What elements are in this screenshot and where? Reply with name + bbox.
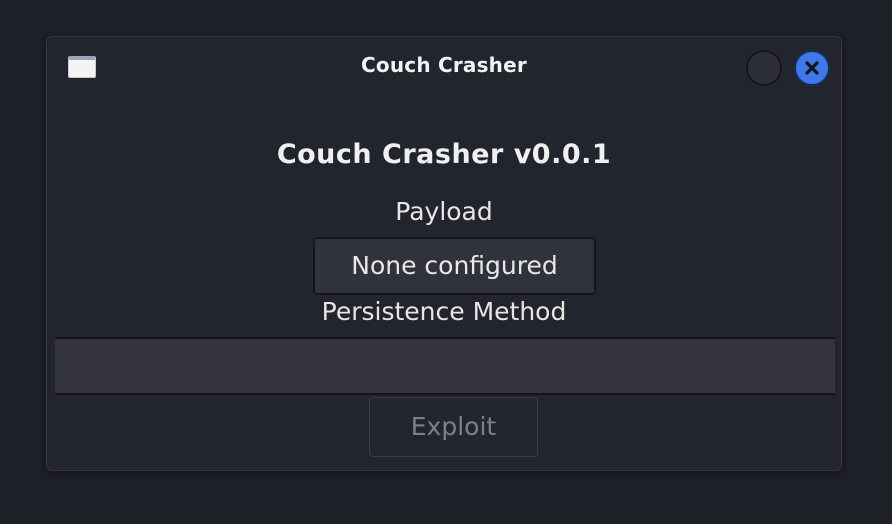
window-title: Couch Crasher — [361, 53, 527, 77]
close-icon — [805, 61, 819, 75]
close-button[interactable] — [794, 50, 830, 86]
persistence-method-label: Persistence Method — [321, 297, 567, 326]
payload-button[interactable]: None configured — [313, 237, 596, 295]
app-window: Couch Crasher Couch Crasher v0.0.1 Paylo… — [46, 36, 842, 471]
payload-label: Payload — [395, 197, 493, 226]
persistence-method-list[interactable] — [55, 337, 835, 395]
minimize-button[interactable] — [746, 50, 782, 86]
exploit-button[interactable]: Exploit — [369, 397, 538, 457]
app-heading: Couch Crasher v0.0.1 — [276, 139, 612, 170]
title-bar[interactable]: Couch Crasher — [47, 37, 841, 99]
